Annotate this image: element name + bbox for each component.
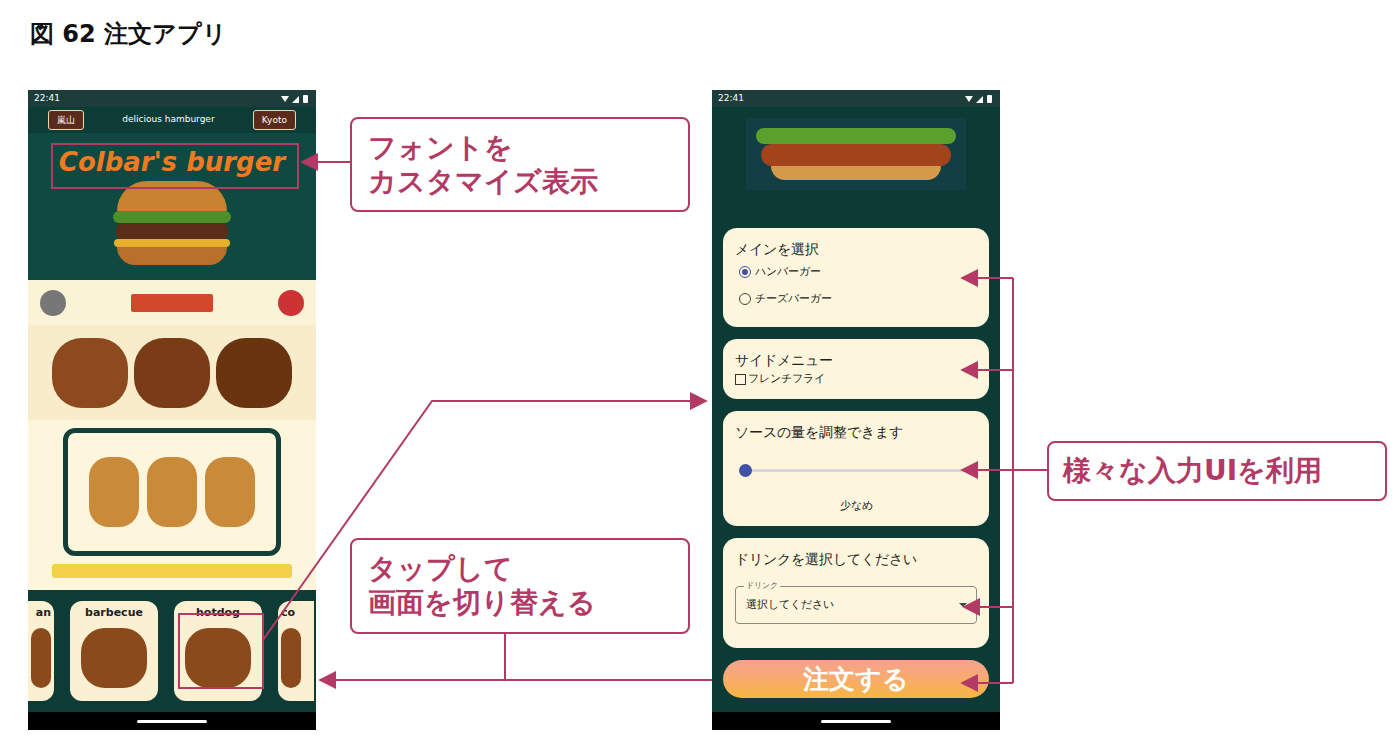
menu-label: co [281, 606, 295, 620]
callout-line: フォントを [368, 131, 672, 165]
burger-picture [113, 181, 231, 265]
option-label: フレンチフライ [748, 371, 825, 388]
menu-label: barbecue [85, 606, 143, 620]
order-screen: 22:41 メインを選択 ハンバーガーチーズバーガー サイドメニュー フレンチフ… [712, 90, 1000, 730]
home-handle-icon[interactable] [821, 720, 891, 723]
burgers-picture [28, 325, 316, 420]
menu-card[interactable]: barbecue [70, 601, 158, 701]
radio-button[interactable] [739, 266, 751, 278]
status-time: 22:41 [718, 92, 744, 106]
sauce-card: ソースの量を調整できます 少なめ [723, 411, 989, 526]
callout-line: 様々な入力UIを利用 [1063, 454, 1371, 488]
callout-line: タップして [368, 552, 672, 586]
order-form: メインを選択 ハンバーガーチーズバーガー サイドメニュー フレンチフライ ソース… [712, 228, 1000, 698]
nav-bar [712, 712, 1000, 730]
side-card: サイドメニュー フレンチフライ [723, 339, 989, 399]
radio-dot [742, 269, 748, 275]
menu-carousel[interactable]: an barbecue hotdog co [28, 590, 316, 712]
rating-picture [28, 420, 316, 590]
option-label: ハンバーガー [755, 264, 821, 281]
sauce-slider-thumb[interactable] [739, 464, 752, 477]
menu-card[interactable]: co [278, 601, 314, 701]
drink-title: ドリンクを選択してください [735, 550, 977, 568]
logo-highlight-box [52, 144, 298, 188]
order-button[interactable]: 注文する [723, 660, 989, 698]
menu-card[interactable]: an [28, 601, 54, 701]
sauce-slider-track[interactable] [745, 469, 967, 472]
drink-value: 選択してください [746, 597, 834, 614]
checkbox[interactable] [735, 374, 746, 385]
top-bar: 嵐山 delicious hamburger Kyoto [28, 107, 316, 133]
status-time: 22:41 [34, 92, 60, 106]
sauce-title: ソースの量を調整できます [735, 423, 977, 441]
city-button[interactable]: Kyoto [253, 110, 296, 130]
figure: 図 62 注文アプリ 22:41 嵐山 delicious hamburger … [0, 0, 1396, 744]
side-options: フレンチフライ [735, 371, 977, 388]
callout-line: 画面を切り替える [368, 586, 672, 620]
home-screen: 22:41 嵐山 delicious hamburger Kyoto Colba… [28, 90, 316, 730]
main-title: メインを選択 [735, 240, 977, 258]
input-callout: 様々な入力UIを利用 [1047, 441, 1387, 501]
menu-picture [185, 628, 251, 688]
radio-button[interactable] [739, 293, 751, 305]
drink-dropdown[interactable]: ドリンク 選択してください [735, 586, 977, 624]
font-callout: フォントをカスタマイズ表示 [350, 117, 690, 212]
logo-text: Colbar's burger [59, 145, 285, 179]
side-title: サイドメニュー [735, 351, 977, 369]
info-strip-image [28, 280, 316, 325]
sauce-reading: 少なめ [735, 498, 977, 515]
hotdog-highlight-box [179, 614, 263, 688]
status-icons-icon [280, 94, 310, 104]
annotation-lines [0, 0, 1396, 744]
figure-title: 図 62 注文アプリ [30, 18, 227, 50]
dropdown-arrow-icon[interactable] [958, 602, 968, 608]
menu-picture [31, 628, 51, 688]
main-option[interactable]: ハンバーガー [739, 264, 977, 281]
drink-card: ドリンクを選択してください ドリンク 選択してください [723, 538, 989, 648]
menu-card[interactable]: hotdog [174, 601, 262, 701]
status-bar: 22:41 [28, 90, 316, 107]
main-option[interactable]: チーズバーガー [739, 291, 977, 308]
nav-bar [28, 712, 316, 730]
callout-line: カスタマイズ表示 [368, 165, 672, 199]
side-option[interactable]: フレンチフライ [735, 371, 977, 388]
main-options: ハンバーガーチーズバーガー [735, 264, 977, 307]
hotdog-picture [746, 118, 966, 190]
menu-picture [81, 628, 147, 688]
main-card: メインを選択 ハンバーガーチーズバーガー [723, 228, 989, 327]
home-handle-icon[interactable] [137, 720, 207, 723]
poster-image: Colbar's burger [28, 133, 316, 280]
area-button[interactable]: 嵐山 [48, 110, 84, 130]
drink-label: ドリンク [744, 580, 780, 592]
status-bar: 22:41 [712, 90, 1000, 107]
menu-label: hotdog [196, 606, 240, 620]
menu-label: an [36, 606, 51, 620]
tap-callout: タップして画面を切り替える [350, 538, 690, 634]
status-icons-icon [964, 94, 994, 104]
menu-picture [281, 628, 301, 688]
option-label: チーズバーガー [755, 291, 832, 308]
app-title: delicious hamburger [122, 113, 214, 127]
